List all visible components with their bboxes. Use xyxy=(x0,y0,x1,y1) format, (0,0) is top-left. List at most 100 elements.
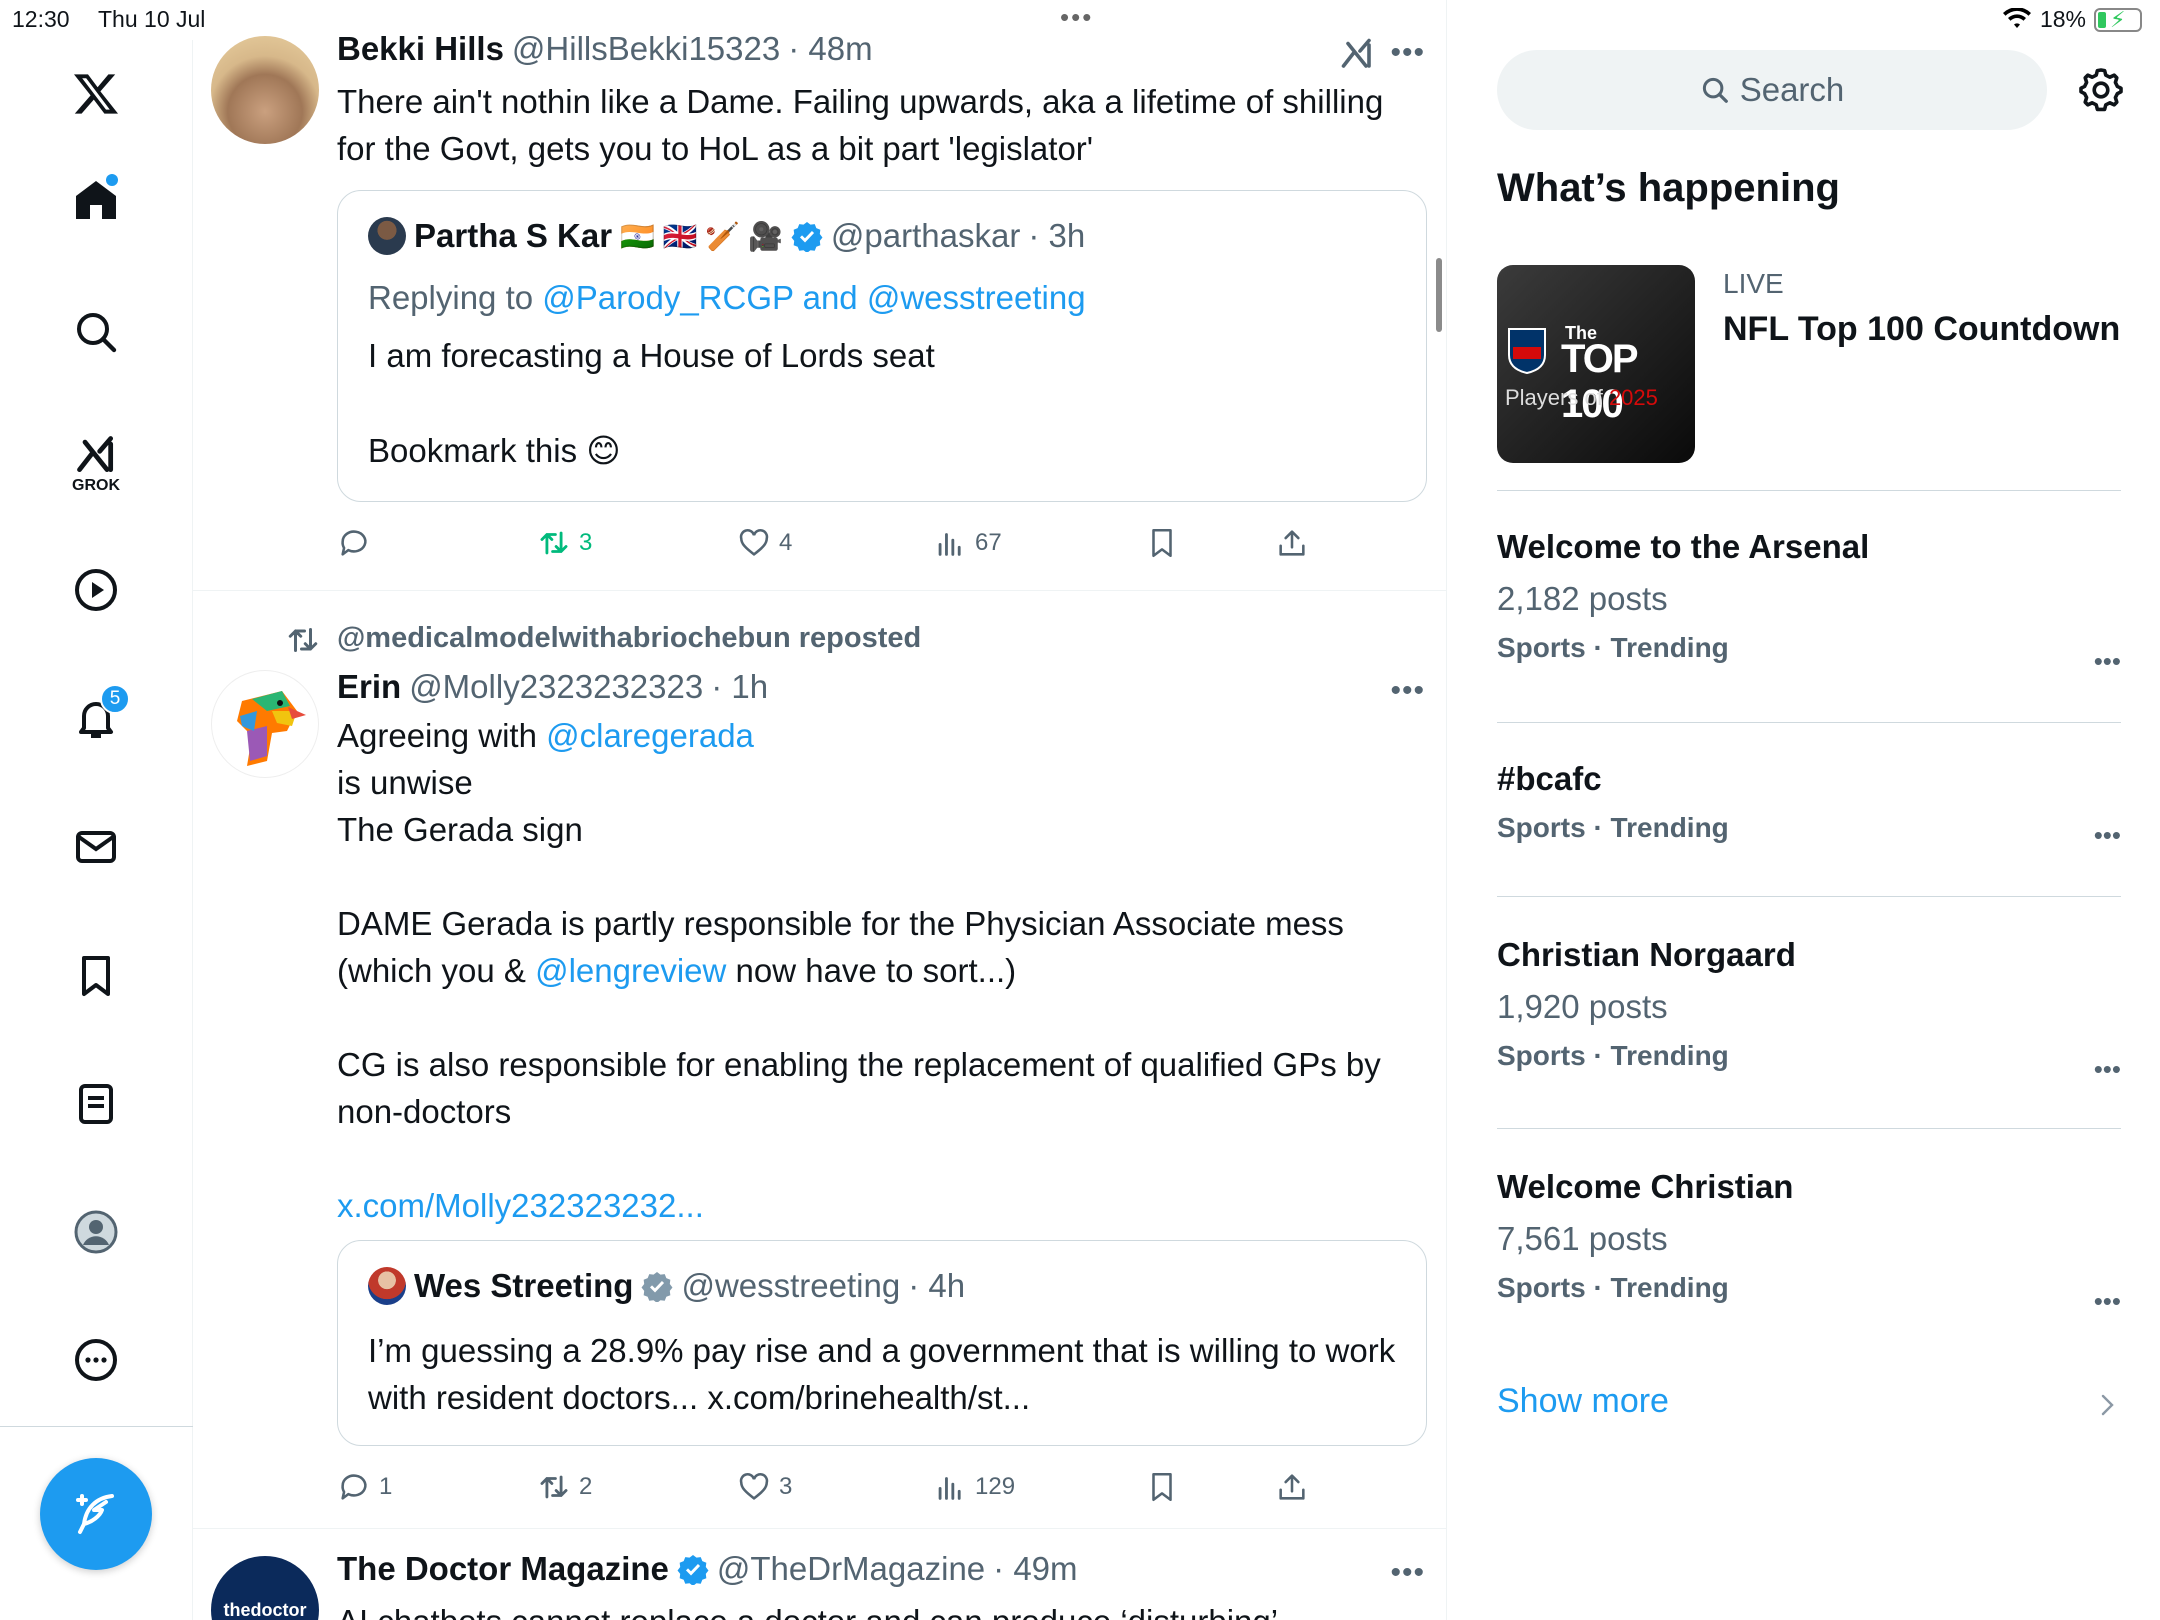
search-icon xyxy=(1702,77,1728,103)
lists-icon[interactable] xyxy=(60,1068,132,1140)
trend-item[interactable]: Welcome to the Arsenal 2,182 posts Sport… xyxy=(1497,528,2121,676)
thumbnail-text-sub: Players of 2025 xyxy=(1505,385,1658,411)
repost-icon xyxy=(288,628,318,652)
status-time: 12:30 xyxy=(12,6,70,32)
right-sidebar: Search What’s happening The TOP 100 Play… xyxy=(1447,0,2160,1620)
timeline[interactable]: Bekki Hills @HillsBekki15323 · 48m ••• T… xyxy=(193,0,1447,1620)
bookmark-icon xyxy=(1152,1472,1172,1502)
more-options-icon[interactable] xyxy=(60,1324,132,1396)
live-title[interactable]: NFL Top 100 Countdown xyxy=(1723,310,2120,349)
post-link[interactable]: x.com/Molly232323232... xyxy=(337,1182,1417,1229)
home-icon[interactable] xyxy=(60,164,132,236)
avatar-logo-text: thedoctor xyxy=(223,1599,307,1620)
post-time[interactable]: · 49m xyxy=(993,1550,1077,1588)
trend-more-icon[interactable]: ••• xyxy=(2094,1286,2121,1317)
notifications-icon[interactable]: 5 xyxy=(60,682,132,754)
views-button[interactable]: 129 xyxy=(933,1462,1015,1512)
share-icon xyxy=(1279,1474,1305,1500)
author-name[interactable]: The Doctor Magazine xyxy=(337,1550,669,1588)
show-more-link[interactable]: Show more xyxy=(1497,1382,1669,1421)
reposted-by[interactable]: @medicalmodelwithabriochebun reposted xyxy=(337,622,921,655)
quote-text: I’m guessing a 28.9% pay rise and a gove… xyxy=(368,1332,1396,1416)
verified-badge-icon xyxy=(791,222,823,252)
reply-count: 1 xyxy=(379,1473,393,1500)
sidebar-divider xyxy=(1497,490,2121,491)
replying-mentions[interactable]: @Parody_RCGP and @wesstreeting xyxy=(542,279,1085,316)
quoted-post[interactable]: Wes Streeting @wesstreeting · 4h I’m gue… xyxy=(337,1240,1427,1446)
quote-author-name: Wes Streeting xyxy=(414,1267,634,1304)
trend-category: Sports · Trending xyxy=(1497,1040,1729,1071)
reply-button[interactable] xyxy=(337,518,379,568)
bookmark-button[interactable] xyxy=(1145,518,1179,568)
post-time[interactable]: · 48m xyxy=(788,30,872,68)
quote-text-line: Bookmark this 😊 xyxy=(368,432,621,469)
post-text: There ain't nothin like a Dame. Failing … xyxy=(337,83,1384,167)
like-button[interactable]: 4 xyxy=(737,518,792,568)
views-chart-icon xyxy=(938,1477,961,1500)
avatar[interactable] xyxy=(211,36,319,144)
sidebar-divider xyxy=(1497,1128,2121,1129)
repost-button[interactable]: 2 xyxy=(537,1462,592,1512)
mention-link[interactable]: @claregerada xyxy=(546,717,754,754)
trend-item[interactable]: Welcome Christian 7,561 posts Sports · T… xyxy=(1497,1168,2121,1316)
quoted-post[interactable]: Partha S Kar 🇮🇳 🇬🇧 🏏 🎥 @parthaskar · 3h … xyxy=(337,190,1427,502)
repost-button[interactable]: 3 xyxy=(537,518,592,568)
trend-title: Welcome to the Arsenal xyxy=(1497,528,1870,565)
x-logo-icon[interactable] xyxy=(60,58,132,130)
search-placeholder: Search xyxy=(1739,71,1845,108)
share-button[interactable] xyxy=(1275,1462,1309,1512)
scroll-indicator[interactable] xyxy=(1436,258,1442,332)
share-button[interactable] xyxy=(1275,518,1309,568)
compose-feather-icon xyxy=(76,1494,114,1534)
author-handle[interactable]: @TheDrMagazine xyxy=(717,1550,985,1588)
trend-item[interactable]: #bcafc Sports · Trending ••• xyxy=(1497,760,2121,850)
video-icon[interactable] xyxy=(60,554,132,626)
bookmark-button[interactable] xyxy=(1145,1462,1179,1512)
post-time[interactable]: · 1h xyxy=(711,668,768,706)
reply-button[interactable]: 1 xyxy=(337,1462,392,1512)
bookmarks-icon[interactable] xyxy=(60,940,132,1012)
text-line: is unwise xyxy=(337,764,473,801)
chevron-right-icon xyxy=(2101,1394,2114,1416)
profile-icon[interactable] xyxy=(60,1196,132,1268)
status-date: Thu 10 Jul xyxy=(98,6,206,32)
author-handle[interactable]: @HillsBekki15323 xyxy=(512,30,780,68)
text-line: CG is also responsible for enabling the … xyxy=(337,1046,1381,1130)
post-more-icon[interactable]: ••• xyxy=(1390,674,1425,708)
views-count: 129 xyxy=(975,1473,1016,1500)
sidebar-divider xyxy=(1497,722,2121,723)
thumbnail-text-main: TOP 100 xyxy=(1561,337,1638,426)
mention-link[interactable]: @lengreview xyxy=(535,952,726,989)
live-label: LIVE xyxy=(1723,268,1784,299)
views-chart-icon xyxy=(938,533,961,556)
search-input[interactable]: Search xyxy=(1497,50,2047,130)
compose-button[interactable] xyxy=(40,1458,152,1570)
avatar[interactable]: thedoctor xyxy=(211,1556,319,1620)
gear-icon[interactable] xyxy=(2077,66,2125,114)
thumbnail-sub-a: Players of xyxy=(1505,385,1609,410)
trend-item[interactable]: Christian Norgaard 1,920 posts Sports · … xyxy=(1497,936,2121,1084)
trend-more-icon[interactable]: ••• xyxy=(2094,1054,2121,1085)
grok-icon[interactable]: GROK xyxy=(60,428,132,500)
like-button[interactable]: 3 xyxy=(737,1462,792,1512)
trend-more-icon[interactable]: ••• xyxy=(2094,646,2121,677)
messages-icon[interactable] xyxy=(60,811,132,883)
post-more-icon[interactable]: ••• xyxy=(1390,1556,1425,1590)
quote-author-name: Partha S Kar xyxy=(414,217,613,254)
search-icon[interactable] xyxy=(60,296,132,368)
grok-icon[interactable] xyxy=(1339,36,1375,72)
author-name[interactable]: Bekki Hills xyxy=(337,30,504,68)
avatar[interactable] xyxy=(211,670,319,778)
nav-divider xyxy=(0,1426,193,1427)
trend-category: Sports · Trending xyxy=(1497,812,1729,843)
author-handle[interactable]: @Molly2323232323 xyxy=(409,668,703,706)
author-name[interactable]: Erin xyxy=(337,668,401,706)
live-event-thumbnail[interactable]: The TOP 100 Players of 2025 xyxy=(1497,265,1695,463)
reply-icon xyxy=(341,530,367,556)
views-button[interactable]: 67 xyxy=(933,518,1002,568)
quote-time: · 4h xyxy=(908,1267,966,1304)
post-more-icon[interactable]: ••• xyxy=(1390,36,1425,70)
heart-icon xyxy=(739,529,769,556)
verified-badge-icon xyxy=(677,1555,709,1585)
trend-more-icon[interactable]: ••• xyxy=(2094,820,2121,851)
